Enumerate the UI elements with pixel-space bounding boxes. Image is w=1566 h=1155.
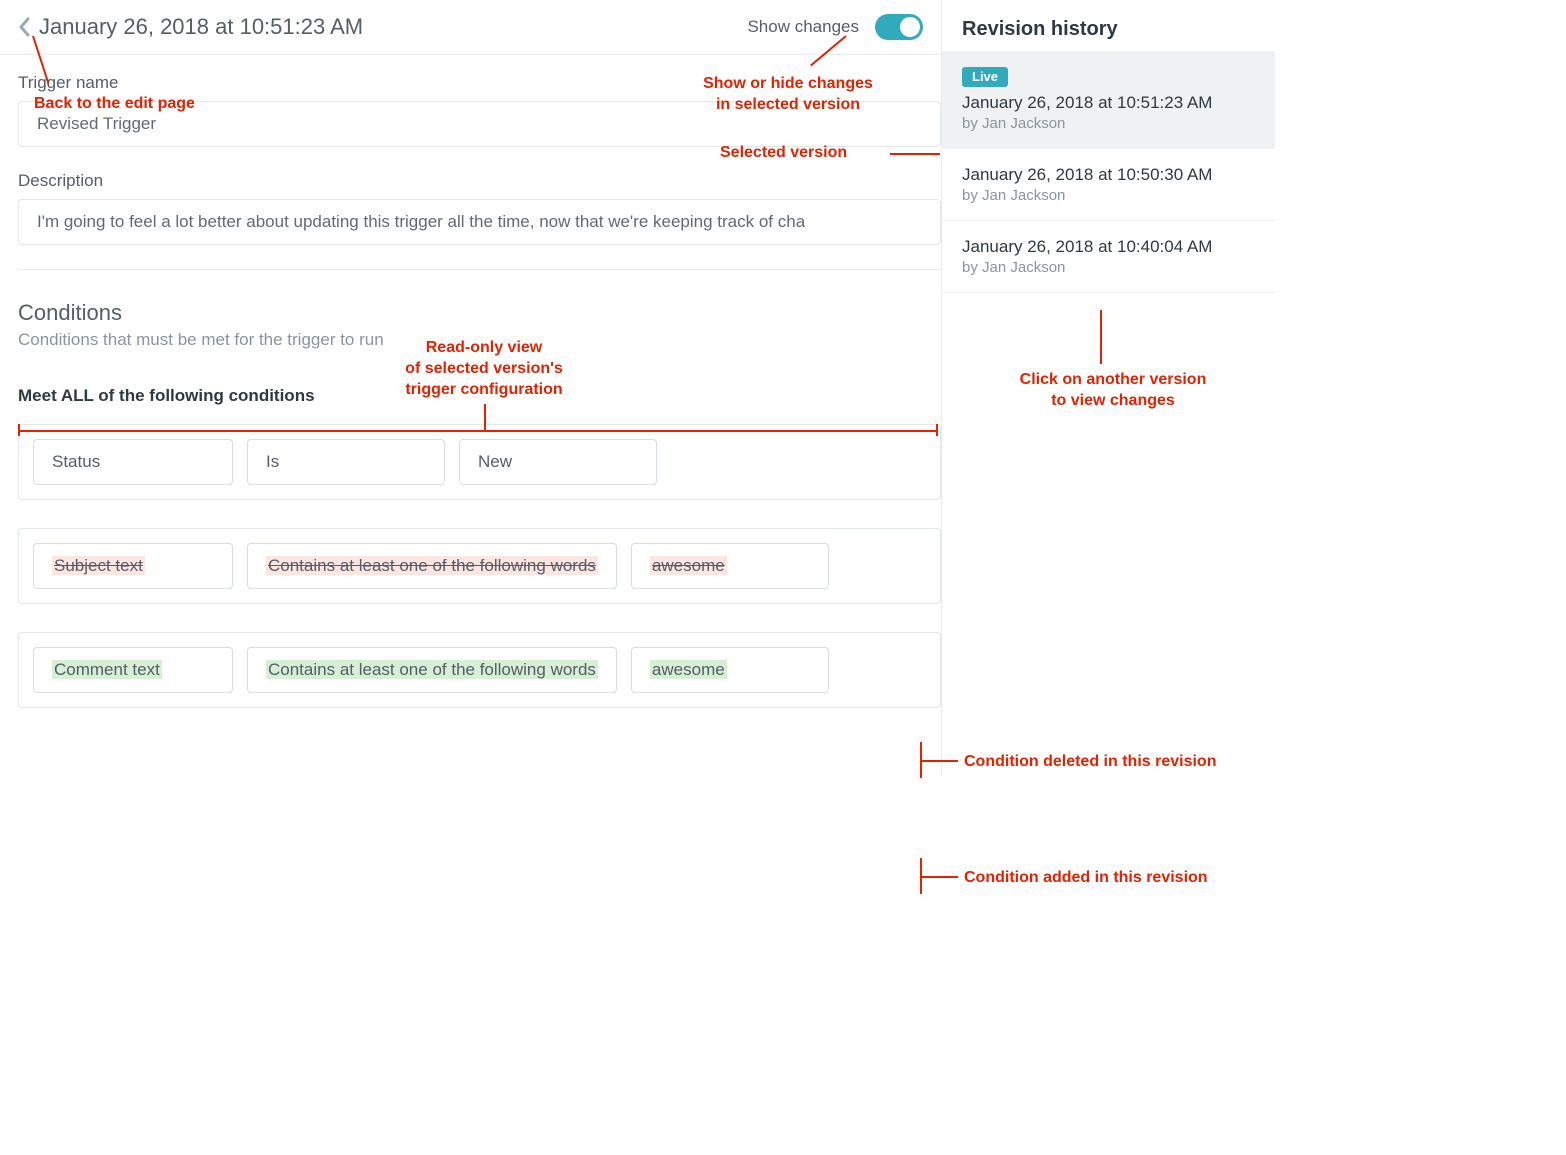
trigger-name-label: Trigger name (18, 73, 941, 93)
revision-timestamp: January 26, 2018 at 10:40:04 AM (962, 237, 1255, 257)
revision-timestamp: January 26, 2018 at 10:50:30 AM (962, 165, 1255, 185)
annotation-added: Condition added in this revision (964, 868, 1208, 889)
condition-field: Subject text (33, 543, 233, 589)
show-changes-toggle[interactable] (875, 14, 923, 40)
annotation-tick (936, 424, 938, 436)
conditions-title: Conditions (18, 300, 941, 326)
revision-timestamp: January 26, 2018 at 10:51:23 AM (962, 93, 1255, 113)
condition-field: Comment text (33, 647, 233, 693)
annotation-tick (920, 742, 922, 778)
condition-operator: Contains at least one of the following w… (247, 543, 617, 589)
toggle-knob (900, 17, 920, 37)
revision-title: January 26, 2018 at 10:51:23 AM (39, 14, 747, 40)
revision-history-title: Revision history (942, 0, 1275, 51)
annotation-tick (920, 858, 922, 894)
annotation-tick (18, 424, 20, 436)
condition-row-added: Comment text Contains at least one of th… (18, 632, 941, 708)
description-value: I'm going to feel a lot better about upd… (18, 199, 941, 245)
condition-value: awesome (631, 543, 829, 589)
back-chevron-icon[interactable] (18, 17, 31, 37)
revision-item[interactable]: Live January 26, 2018 at 10:51:23 AM by … (942, 51, 1275, 149)
condition-value: New (459, 439, 657, 485)
condition-operator: Contains at least one of the following w… (247, 647, 617, 693)
condition-field: Status (33, 439, 233, 485)
revision-item[interactable]: January 26, 2018 at 10:40:04 AM by Jan J… (942, 221, 1275, 293)
section-divider (18, 269, 941, 270)
show-changes-label: Show changes (747, 17, 859, 37)
condition-operator: Is (247, 439, 445, 485)
condition-row: Status Is New (18, 424, 941, 500)
conditions-subtitle: Conditions that must be met for the trig… (18, 330, 941, 350)
revision-author: by Jan Jackson (962, 115, 1255, 132)
trigger-name-value: Revised Trigger (18, 101, 941, 147)
revision-author: by Jan Jackson (962, 187, 1255, 204)
live-badge: Live (962, 67, 1008, 87)
annotation-line (920, 876, 958, 878)
conditions-all-heading: Meet ALL of the following conditions (18, 386, 941, 406)
revision-author: by Jan Jackson (962, 259, 1255, 276)
condition-value: awesome (631, 647, 829, 693)
condition-row-deleted: Subject text Contains at least one of th… (18, 528, 941, 604)
revision-item[interactable]: January 26, 2018 at 10:50:30 AM by Jan J… (942, 149, 1275, 221)
description-label: Description (18, 171, 941, 191)
